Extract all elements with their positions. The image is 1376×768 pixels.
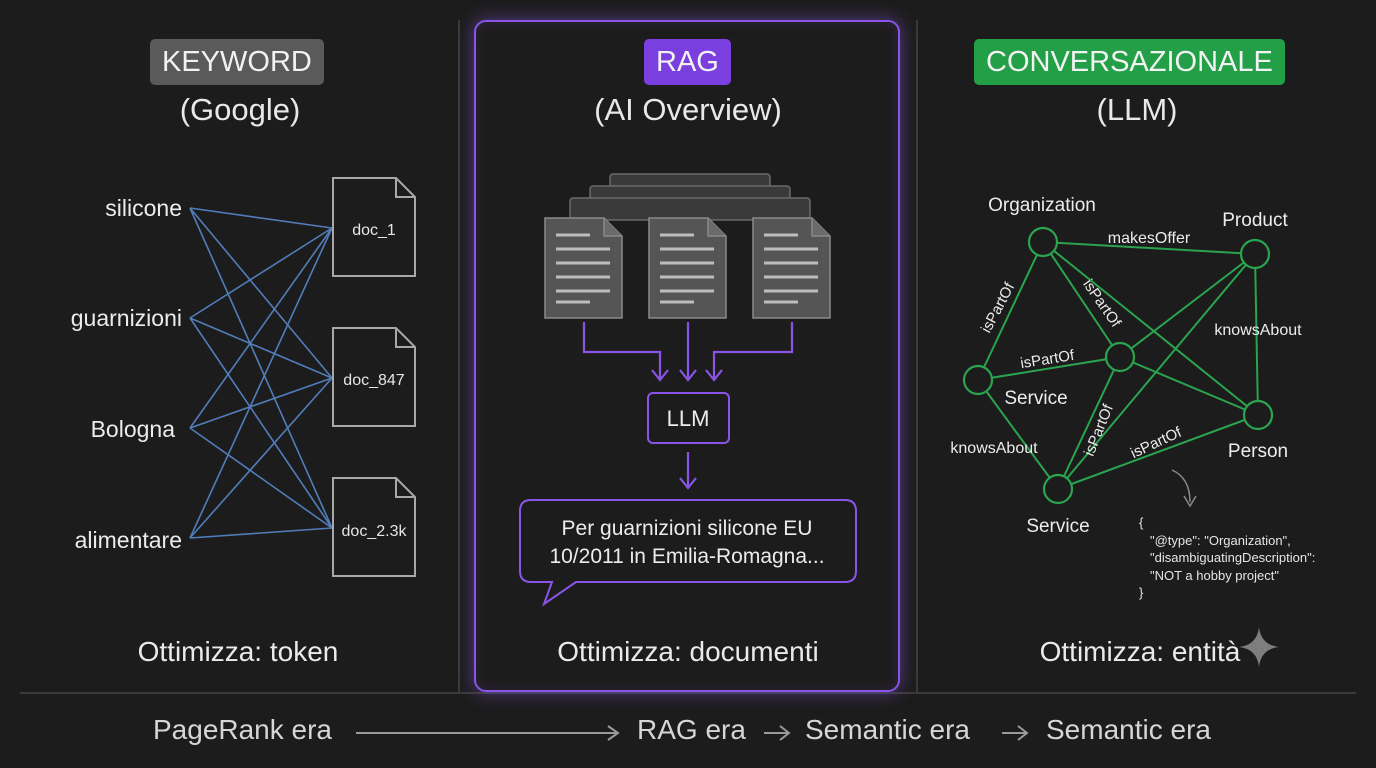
doc-card-2-3k: doc_2.3k: [332, 477, 416, 577]
node-service-1: [962, 364, 994, 396]
bottom-divider: [20, 692, 1356, 694]
node-organization: [1027, 226, 1059, 258]
node-product: [1239, 238, 1271, 270]
label-service-1: Service: [1004, 388, 1067, 409]
json-line-1: {: [1139, 515, 1144, 530]
json-line-4: "NOT a hobby project": [1150, 568, 1279, 583]
label-person: Person: [1228, 441, 1288, 462]
label-organization: Organization: [988, 195, 1096, 216]
sparkle-icon: [1239, 627, 1279, 667]
rag-doc-icon-1: [544, 217, 623, 319]
keyword-subtitle: (Google): [179, 92, 301, 127]
edge-knows-about-1: knowsAbout: [1214, 322, 1302, 339]
conversational-badge: CONVERSAZIONALE: [974, 39, 1285, 85]
label-product: Product: [1222, 210, 1288, 231]
json-pointer-arrow: [1171, 469, 1191, 503]
edge-ispartof-2: isPartOf: [1079, 276, 1124, 331]
keyword-badge: KEYWORD: [150, 39, 324, 85]
answer-line-2: 10/2011 in Emilia-Romagna...: [549, 545, 824, 568]
era-rag: RAG era: [637, 714, 746, 745]
keyword-diagram: doc_1 doc_847 doc_2.3k silicone guarnizi…: [71, 177, 416, 577]
term-bologna: Bologna: [91, 416, 176, 442]
node-center: [1104, 341, 1136, 373]
era-semantic-2: Semantic era: [1046, 714, 1211, 745]
json-line-3: "disambiguatingDescription":: [1150, 550, 1315, 565]
edge-knows-about-2: knowsAbout: [950, 440, 1038, 457]
rag-doc-icon-3: [752, 217, 831, 319]
document-stack-icon: [569, 173, 811, 221]
keyword-optimize: Ottimizza: token: [137, 636, 339, 667]
conversational-subtitle: (LLM): [1096, 92, 1178, 127]
rag-optimize: Ottimizza: documenti: [557, 636, 819, 667]
answer-line-1: Per guarnizioni silicone EU: [562, 517, 813, 540]
rag-badge: RAG: [644, 39, 731, 85]
graph-nodes: [962, 226, 1274, 505]
doc-label-2-3k: doc_2.3k: [342, 523, 408, 540]
edge-ispartof-5: isPartOf: [1128, 423, 1185, 462]
doc-label-847: doc_847: [343, 372, 404, 389]
json-line-2: "@type": "Organization",: [1150, 533, 1291, 548]
label-service-2: Service: [1026, 516, 1089, 537]
era-pagerank: PageRank era: [153, 714, 333, 745]
rag-doc-icon-2: [648, 217, 727, 319]
keyword-links: [189, 207, 333, 539]
doc-label-1: doc_1: [352, 222, 396, 239]
json-line-5: }: [1139, 585, 1144, 600]
timeline-arrow-2: [764, 725, 791, 741]
timeline-arrow-long: [356, 725, 620, 741]
node-service-2: [1042, 473, 1074, 505]
timeline-arrow-3: [1002, 725, 1029, 741]
column-divider-left: [458, 20, 460, 692]
era-semantic-1: Semantic era: [805, 714, 970, 745]
node-person: [1242, 399, 1274, 431]
knowledge-graph: Organization Product Service Person Serv…: [950, 195, 1315, 600]
doc-card-1: doc_1: [332, 177, 416, 277]
term-alimentare: alimentare: [75, 527, 182, 553]
rag-diagram: LLM Per guarnizioni silicone EU 10/2011 …: [519, 173, 857, 607]
doc-card-847: doc_847: [332, 327, 416, 427]
term-silicone: silicone: [105, 195, 182, 221]
edge-makes-offer: makesOffer: [1108, 230, 1191, 247]
rag-subtitle: (AI Overview): [594, 92, 782, 127]
term-guarnizioni: guarnizioni: [71, 305, 182, 331]
llm-label: LLM: [667, 406, 710, 431]
